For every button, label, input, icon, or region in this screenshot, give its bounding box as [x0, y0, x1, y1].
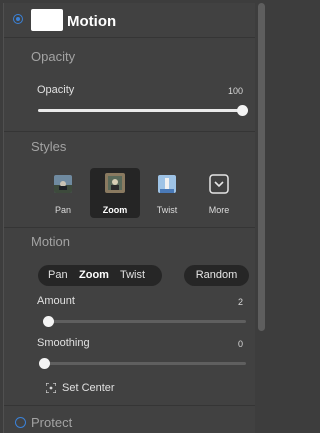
twist-thumbnail-icon — [158, 175, 176, 193]
panel-title: Motion — [67, 13, 117, 30]
set-center-label: Set Center — [62, 382, 115, 394]
chevron-down-icon — [209, 174, 229, 194]
motion-panel: Motion Opacity Opacity 100 Styles Pan Zo… — [3, 3, 255, 433]
divider — [4, 37, 255, 38]
opacity-value: 100 — [227, 86, 243, 96]
opacity-section-title: Opacity — [31, 49, 76, 64]
opacity-slider-label: Opacity — [37, 84, 75, 96]
amount-slider-knob[interactable] — [43, 316, 55, 327]
protect-label[interactable]: Protect — [31, 415, 72, 430]
style-zoom-label: Zoom — [102, 205, 128, 215]
smoothing-slider-knob[interactable] — [39, 358, 50, 369]
pan-thumbnail-icon — [54, 175, 72, 193]
divider — [4, 405, 255, 406]
motion-mode-segmented: Pan Zoom Twist — [38, 265, 162, 286]
style-twist-label: Twist — [156, 205, 178, 215]
motion-preview-thumbnail — [31, 9, 63, 31]
style-pan[interactable]: Pan — [38, 168, 88, 218]
segment-zoom[interactable]: Zoom — [79, 269, 109, 281]
protect-radio[interactable] — [15, 417, 26, 428]
crosshair-icon — [46, 383, 56, 393]
style-pan-label: Pan — [54, 205, 71, 215]
segment-pan[interactable]: Pan — [48, 269, 68, 281]
amount-value: 2 — [237, 297, 243, 307]
style-more-label: More — [208, 205, 230, 215]
divider — [4, 227, 255, 228]
panel-header[interactable]: Motion — [4, 3, 255, 37]
opacity-slider-knob[interactable] — [237, 105, 248, 116]
opacity-slider[interactable] — [38, 105, 248, 116]
zoom-thumbnail-icon — [105, 173, 125, 193]
opacity-slider-fill — [38, 109, 242, 112]
random-button[interactable]: Random — [184, 265, 249, 286]
style-more[interactable]: More — [194, 168, 244, 218]
motion-section-title: Motion — [31, 234, 71, 249]
style-twist[interactable]: Twist — [142, 168, 192, 218]
amount-label: Amount — [37, 295, 75, 307]
motion-enabled-radio[interactable] — [13, 14, 23, 24]
scrollbar[interactable] — [258, 3, 265, 331]
smoothing-label: Smoothing — [37, 337, 90, 349]
segment-twist[interactable]: Twist — [120, 269, 145, 281]
amount-slider[interactable] — [43, 316, 246, 327]
styles-section-title: Styles — [31, 139, 67, 154]
style-zoom[interactable]: Zoom — [90, 168, 140, 218]
divider — [4, 131, 255, 132]
smoothing-slider[interactable] — [39, 358, 246, 369]
smoothing-value: 0 — [237, 339, 243, 349]
